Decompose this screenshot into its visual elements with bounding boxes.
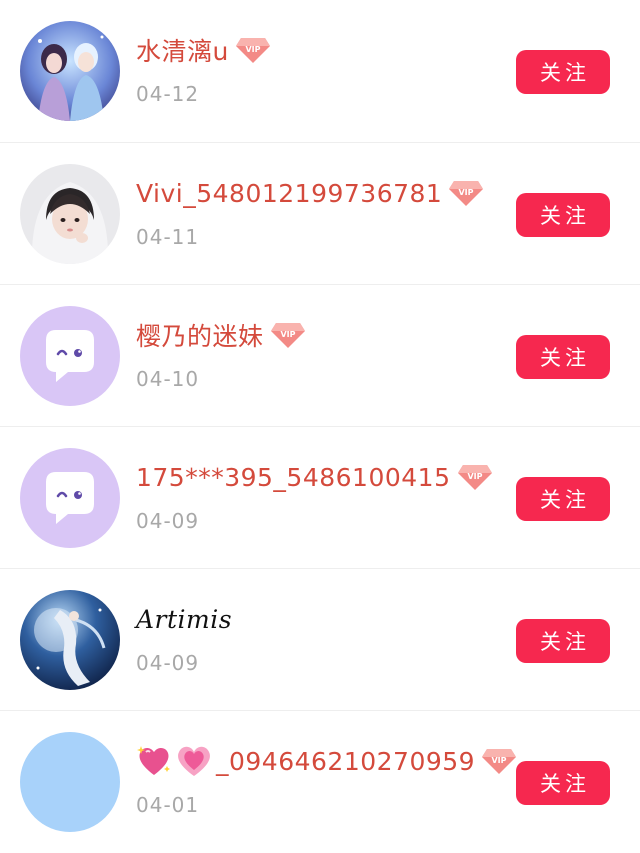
follow-date: 04-10: [136, 367, 200, 391]
user-name[interactable]: Vivi_548012199736781: [136, 179, 442, 208]
user-info: 水清漓u VIP 04-12: [136, 32, 440, 106]
avatar[interactable]: [20, 164, 120, 264]
user-info: Artimis 04-09: [136, 601, 440, 676]
follow-button[interactable]: 关注: [516, 477, 610, 521]
follow-date: 04-01: [136, 793, 200, 817]
sparkling-heart-icon: [136, 744, 172, 778]
avatar[interactable]: [20, 21, 120, 121]
follow-button[interactable]: 关注: [516, 335, 610, 379]
user-name[interactable]: _094646210270959: [216, 747, 475, 776]
default-chat-avatar-icon: [20, 306, 120, 406]
svg-text:VIP: VIP: [280, 330, 295, 339]
follow-date: 04-11: [136, 225, 200, 249]
user-name[interactable]: Artimis: [136, 605, 232, 634]
vip-badge-icon: VIP: [235, 36, 271, 64]
blank-blue-avatar-icon: [20, 732, 120, 832]
user-info: 樱乃的迷妹 VIP 04-10: [136, 317, 440, 391]
default-chat-avatar-icon: [20, 448, 120, 548]
user-info: Vivi_548012199736781 VIP 04-11: [136, 175, 484, 249]
vip-badge-icon: VIP: [270, 321, 306, 349]
user-name[interactable]: 175***395_5486100415: [136, 463, 451, 492]
list-item[interactable]: Artimis 04-09 关注: [0, 569, 640, 711]
list-item[interactable]: _094646210270959 VIP 04-01 关注: [0, 711, 640, 853]
svg-text:VIP: VIP: [459, 188, 474, 197]
user-name[interactable]: 水清漓u: [136, 32, 229, 68]
follow-button[interactable]: 关注: [516, 193, 610, 237]
follow-button[interactable]: 关注: [516, 50, 610, 94]
list-item[interactable]: 水清漓u VIP 04-12 关注: [0, 0, 640, 143]
user-name[interactable]: 樱乃的迷妹: [136, 317, 264, 353]
follow-button[interactable]: 关注: [516, 619, 610, 663]
follow-date: 04-09: [136, 651, 200, 675]
moon-fantasy-avatar-icon: [20, 590, 120, 690]
svg-text:VIP: VIP: [467, 472, 482, 481]
svg-text:VIP: VIP: [245, 45, 260, 54]
user-info: _094646210270959 VIP 04-01: [136, 743, 517, 817]
list-item[interactable]: 樱乃的迷妹 VIP 04-10 关注: [0, 285, 640, 427]
list-item[interactable]: Vivi_548012199736781 VIP 04-11 关注: [0, 143, 640, 285]
user-info: 175***395_5486100415 VIP 04-09: [136, 459, 492, 533]
vip-badge-icon: VIP: [448, 179, 484, 207]
follower-list: 水清漓u VIP 04-12 关注 Vivi_548012199736781 V…: [0, 0, 640, 853]
avatar[interactable]: [20, 590, 120, 690]
growing-heart-icon: [176, 744, 212, 778]
avatar[interactable]: [20, 306, 120, 406]
follow-date: 04-09: [136, 509, 200, 533]
vip-badge-icon: VIP: [481, 747, 517, 775]
vip-badge-icon: VIP: [457, 463, 493, 491]
svg-text:VIP: VIP: [492, 756, 507, 765]
follow-button[interactable]: 关注: [516, 761, 610, 805]
follow-date: 04-12: [136, 82, 200, 106]
avatar[interactable]: [20, 732, 120, 832]
girl-photo-avatar-icon: [20, 164, 120, 264]
avatar[interactable]: [20, 448, 120, 548]
list-item[interactable]: 175***395_5486100415 VIP 04-09 关注: [0, 427, 640, 569]
anime-couple-avatar-icon: [20, 21, 120, 121]
